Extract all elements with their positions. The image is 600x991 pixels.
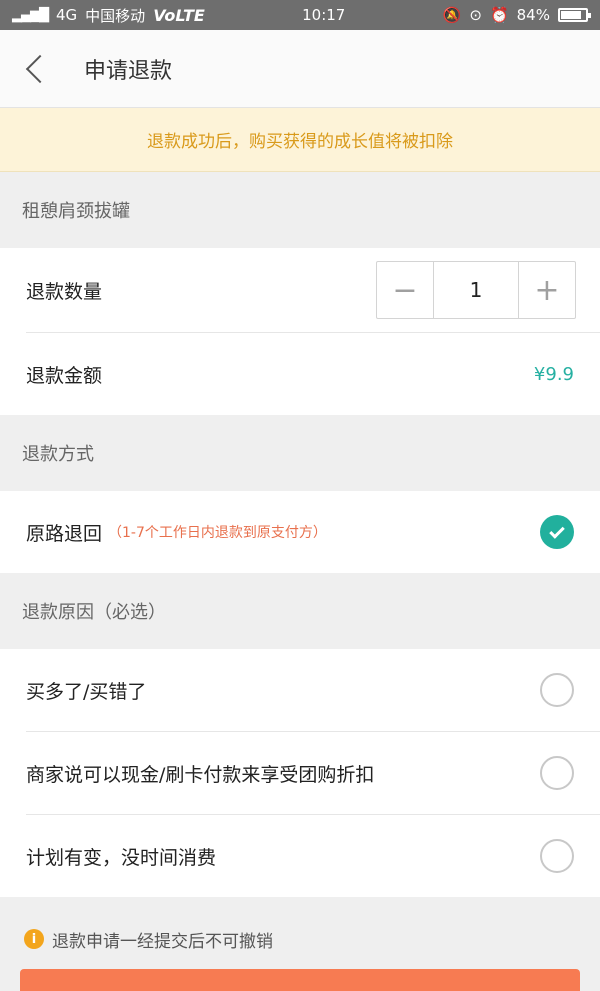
notice-text: 退款成功后，购买获得的成长值将被扣除 (147, 132, 453, 152)
carrier-label: 中国移动 (85, 6, 146, 25)
mute-icon: 🔕 (442, 6, 462, 24)
back-button[interactable] (0, 30, 70, 108)
method-header: 退款方式 (0, 415, 600, 491)
amount-label: 退款金额 (26, 364, 103, 387)
checkmark-icon (549, 522, 565, 539)
footer-area: i 退款申请一经提交后不可撤销 (0, 909, 600, 991)
alarm-icon: ⏰ (489, 6, 509, 24)
info-icon: i (24, 929, 44, 949)
reason-header: 退款原因（必选） (0, 573, 600, 649)
submit-button[interactable] (20, 969, 580, 991)
check-circle-icon[interactable] (540, 515, 574, 549)
reason-option-row[interactable]: 买多了/买错了 (0, 649, 600, 731)
battery-fill (560, 11, 582, 19)
radio-unchecked-icon[interactable] (540, 756, 574, 790)
reason-option-row[interactable]: 商家说可以现金/刷卡付款来享受团购折扣 (0, 732, 600, 814)
footer-tip-text: 退款申请一经提交后不可撤销 (52, 931, 273, 952)
status-left: ▂▄▆█ 4G 中国移动 VoLTE (12, 5, 205, 26)
battery-percent: 84% (516, 6, 550, 24)
chevron-left-icon (25, 54, 55, 83)
volte-label: VoLTE (153, 5, 205, 25)
amount-value: ¥9.9 (533, 363, 574, 385)
radio-unchecked-icon[interactable] (540, 839, 574, 873)
quantity-value[interactable]: 1 (433, 262, 519, 318)
nav-bar: 申请退款 (0, 30, 600, 108)
radio-unchecked-icon[interactable] (540, 673, 574, 707)
reason-option-label: 计划有变，没时间消费 (26, 846, 217, 869)
clock: 10:17 (302, 6, 346, 24)
quantity-stepper: − 1 + (376, 261, 576, 319)
notice-banner: 退款成功后，购买获得的成长值将被扣除 (0, 108, 600, 172)
footer-tip: i 退款申请一经提交后不可撤销 (0, 909, 600, 969)
lock-rotation-icon: ⊙ (469, 6, 482, 24)
reason-header-text: 退款原因（必选） (22, 602, 166, 623)
method-option-text: 原路退回 （1-7个工作日内退款到原支付方） (26, 519, 327, 546)
page-title: 申请退款 (84, 58, 173, 84)
amount-row: 退款金额 ¥9.9 (0, 333, 600, 415)
method-option-label: 原路退回 (26, 522, 103, 545)
increment-button[interactable]: + (519, 262, 575, 318)
item-name-header: 租憩肩颈拔罐 (0, 172, 600, 248)
method-option-row[interactable]: 原路退回 （1-7个工作日内退款到原支付方） (0, 491, 600, 573)
reason-option-label: 商家说可以现金/刷卡付款来享受团购折扣 (26, 763, 375, 786)
signal-icon: ▂▄▆█ (12, 7, 49, 23)
method-header-text: 退款方式 (22, 444, 94, 465)
quantity-label: 退款数量 (26, 280, 103, 303)
quantity-row: 退款数量 − 1 + (0, 248, 600, 332)
reason-option-row[interactable]: 计划有变，没时间消费 (0, 815, 600, 897)
item-name: 租憩肩颈拔罐 (22, 201, 130, 222)
reason-option-label: 买多了/买错了 (26, 680, 147, 703)
battery-icon (557, 8, 591, 22)
method-option-note: （1-7个工作日内退款到原支付方） (108, 525, 327, 541)
status-bar: ▂▄▆█ 4G 中国移动 VoLTE 10:17 🔕 ⊙ ⏰ 84% (0, 0, 600, 30)
decrement-button[interactable]: − (377, 262, 433, 318)
status-right: 🔕 ⊙ ⏰ 84% (442, 6, 591, 24)
network-label: 4G (56, 6, 78, 24)
